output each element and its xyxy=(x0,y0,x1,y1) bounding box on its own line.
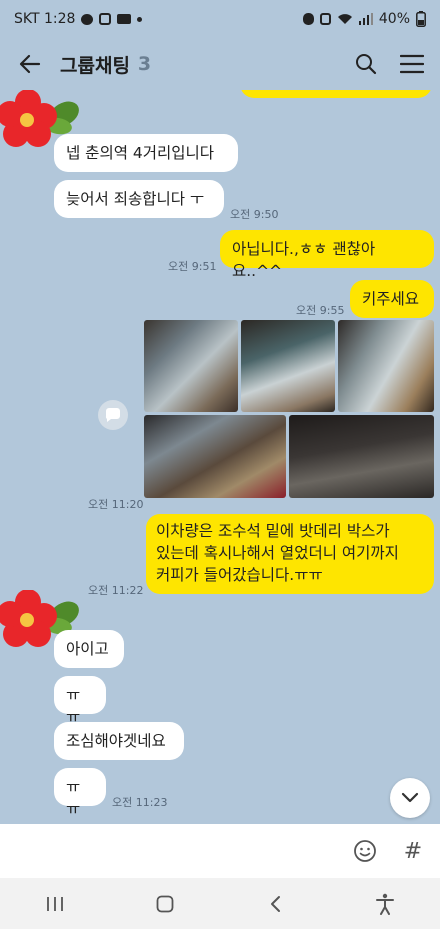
message-bubble-partial[interactable] xyxy=(240,90,432,98)
menu-button[interactable] xyxy=(398,50,426,78)
back-button[interactable] xyxy=(14,48,46,80)
message-bubble-incoming[interactable]: 넵 춘의역 4거리입니다 xyxy=(54,134,238,172)
recent-apps-button[interactable] xyxy=(35,884,75,924)
message-text-line: 이차량은 조수석 밑에 밧데리 박스가 xyxy=(156,522,390,540)
message-text: 넵 춘의역 4거리입니다 xyxy=(66,144,215,162)
emoji-button[interactable] xyxy=(352,838,378,864)
message-input-bar: # xyxy=(0,824,440,878)
message-bubble-outgoing[interactable]: 키주세요 xyxy=(350,280,434,318)
alarm-icon xyxy=(302,13,314,25)
instagram-icon xyxy=(99,13,112,25)
accessibility-button[interactable] xyxy=(365,884,405,924)
message-time: 오전 11:22 xyxy=(88,584,144,597)
battery-icon xyxy=(416,11,426,27)
chat-title: 그룹채팅 xyxy=(60,54,130,77)
scroll-to-bottom-button[interactable] xyxy=(390,778,430,818)
message-text-line: 있는데 혹시나해서 열었더니 여기까지 xyxy=(156,544,399,562)
chevron-down-icon xyxy=(401,792,419,803)
accessibility-icon xyxy=(376,893,394,915)
battery-percent: 40% xyxy=(378,11,410,27)
message-text: ㅠㅠ xyxy=(66,686,81,726)
more-notifications-icon xyxy=(137,16,143,22)
recent-apps-icon xyxy=(47,896,63,911)
message-time: 오전 11:20 xyxy=(88,498,144,511)
message-bubble-outgoing[interactable]: 이차량은 조수석 밑에 밧데리 박스가 있는데 혹시나해서 열었더니 여기까지 … xyxy=(146,514,434,594)
share-button[interactable] xyxy=(98,400,128,430)
photo-thumbnail[interactable] xyxy=(338,320,434,412)
message-text: 늦어서 죄송합니다 ㅜ xyxy=(66,190,205,208)
mute-icon xyxy=(319,13,331,25)
hashtag-button[interactable]: # xyxy=(400,838,426,864)
signal-icon xyxy=(358,13,373,25)
photo-thumbnail[interactable] xyxy=(241,320,335,412)
message-bubble-incoming[interactable]: 조심해야겟네요 xyxy=(54,722,184,760)
system-navigation-bar xyxy=(0,878,440,929)
arrow-left-icon xyxy=(19,54,41,74)
message-time: 오전 9:50 xyxy=(230,208,279,221)
message-text: 키주세요 xyxy=(362,290,420,308)
message-text: 아이고 xyxy=(66,640,109,658)
photo-thumbnail[interactable] xyxy=(289,415,434,498)
status-time: SKT 1:28 xyxy=(14,11,76,27)
wifi-icon xyxy=(337,14,352,24)
message-bubble-incoming[interactable]: 늦어서 죄송합니다 ㅜ xyxy=(54,180,224,218)
message-time: 오전 9:55 xyxy=(296,304,345,317)
photo-thumbnail[interactable] xyxy=(144,415,286,498)
chat-messages[interactable]: 넵 춘의역 4거리입니다 늦어서 죄송합니다 ㅜ 오전 9:50 아닙니다.,ㅎ… xyxy=(0,90,440,824)
home-icon xyxy=(156,895,174,912)
message-bubble-incoming[interactable]: 아이고 xyxy=(54,630,124,668)
message-bubble-incoming[interactable]: ㅠㅠ xyxy=(54,768,106,818)
photo-thumbnail[interactable] xyxy=(144,320,238,412)
hashtag-icon: # xyxy=(403,838,423,864)
emoji-icon xyxy=(354,840,376,862)
message-bubble-outgoing[interactable]: 아닙니다.,ㅎㅎ 괜찮아요..^^ xyxy=(220,230,434,280)
status-bar: SKT 1:28 40% xyxy=(0,0,440,38)
message-text: 아닙니다.,ㅎㅎ 괜찮아요..^^ xyxy=(232,240,376,280)
message-bubble-incoming[interactable]: ㅠㅠ xyxy=(54,676,106,726)
member-count: 3 xyxy=(137,53,152,75)
search-button[interactable] xyxy=(352,50,380,78)
hamburger-menu-icon xyxy=(400,54,424,74)
chat-header: 그룹채팅 3 xyxy=(0,38,440,90)
message-text: ㅠㅠ xyxy=(66,778,81,818)
search-icon xyxy=(356,54,377,75)
voicemail-icon xyxy=(117,14,132,24)
message-input[interactable] xyxy=(14,833,352,869)
home-button[interactable] xyxy=(145,884,185,924)
share-icon xyxy=(105,408,120,422)
photo-album-message[interactable] xyxy=(144,320,434,498)
chevron-left-icon xyxy=(271,895,280,912)
message-time: 오전 9:51 xyxy=(168,260,217,273)
message-text: 조심해야겟네요 xyxy=(66,732,166,750)
message-time: 오전 11:23 xyxy=(112,796,168,809)
message-text-line: 커피가 들어갔습니다.ㅠㅠ xyxy=(156,566,323,584)
talk-notification-icon xyxy=(81,13,94,25)
back-nav-button[interactable] xyxy=(255,884,295,924)
